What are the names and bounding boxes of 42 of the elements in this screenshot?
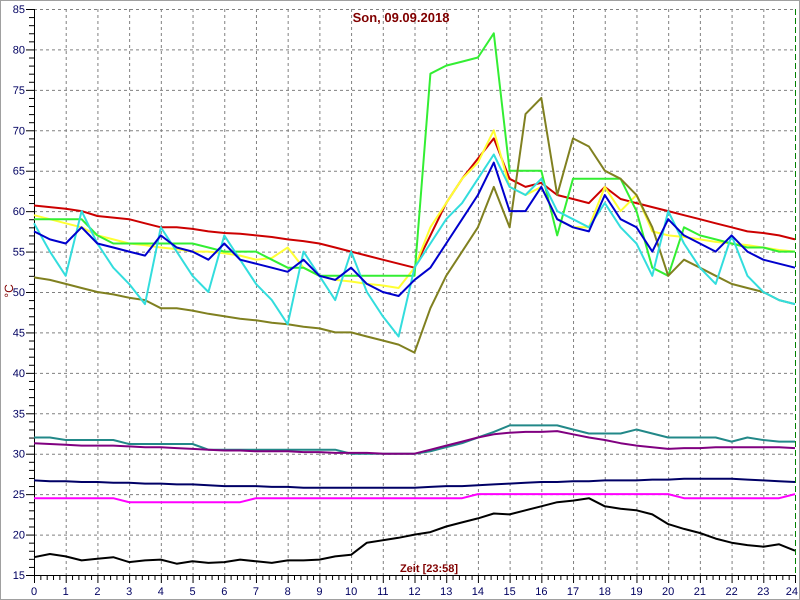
axis-tick-label: 80 xyxy=(12,44,25,56)
axis-tick-label: 18 xyxy=(598,586,611,598)
axis-tick-label: 7 xyxy=(252,586,260,598)
axis-tick-label: 19 xyxy=(630,586,643,598)
axis-tick-label: 1 xyxy=(62,586,69,598)
axis-tick-label: 30 xyxy=(12,448,25,461)
axis-tick-label: 3 xyxy=(126,586,132,598)
axis-tick-label: 75 xyxy=(12,84,25,97)
axis-tick-label: 25 xyxy=(12,489,25,502)
axis-tick-label: 60 xyxy=(12,206,25,218)
axis-tick-label: 24 xyxy=(786,586,798,598)
axis-tick-label: 40 xyxy=(12,368,25,380)
axis-tick-label: 17 xyxy=(566,586,580,598)
axis-tick-label: 55 xyxy=(12,246,25,259)
axis-tick-label: 14 xyxy=(472,586,484,598)
axis-tick-label: 2 xyxy=(94,586,100,598)
axis-tick-label: 20 xyxy=(662,586,674,598)
axis-tick-label: 23 xyxy=(757,586,770,598)
axis-tick-label: 6 xyxy=(221,586,228,598)
axis-tick-label: 11 xyxy=(377,586,388,598)
axis-tick-label: 12 xyxy=(408,586,421,598)
axis-tick-label: 5 xyxy=(189,586,196,598)
axis-tick-label: 22 xyxy=(725,586,738,598)
axis-tick-label: 65 xyxy=(12,166,25,178)
axis-tick-label: 10 xyxy=(344,586,358,598)
chart-title: Son, 09.09.2018 xyxy=(352,10,450,25)
axis-tick-label: 20 xyxy=(12,530,25,542)
axis-tick-label: 35 xyxy=(12,408,25,420)
axis-tick-label: 70 xyxy=(12,125,25,138)
axis-tick-label: 85 xyxy=(12,4,25,16)
axis-tick-label: 45 xyxy=(12,327,25,340)
axis-tick-label: 15 xyxy=(504,586,516,598)
axis-tick-label: 4 xyxy=(158,586,164,598)
axis-tick-label: 50 xyxy=(12,287,25,299)
axis-tick-label: 0 xyxy=(30,586,38,598)
axis-tick-label: 9 xyxy=(316,586,322,598)
axis-tick-label: 13 xyxy=(440,586,452,598)
axis-tick-label: 16 xyxy=(535,586,548,598)
axis-title: Zeit [23:58] xyxy=(400,563,458,575)
axis-tick-label: 21 xyxy=(694,586,706,598)
axis-tick-label: 15 xyxy=(12,570,25,582)
axis-tick-label: 8 xyxy=(284,586,291,598)
